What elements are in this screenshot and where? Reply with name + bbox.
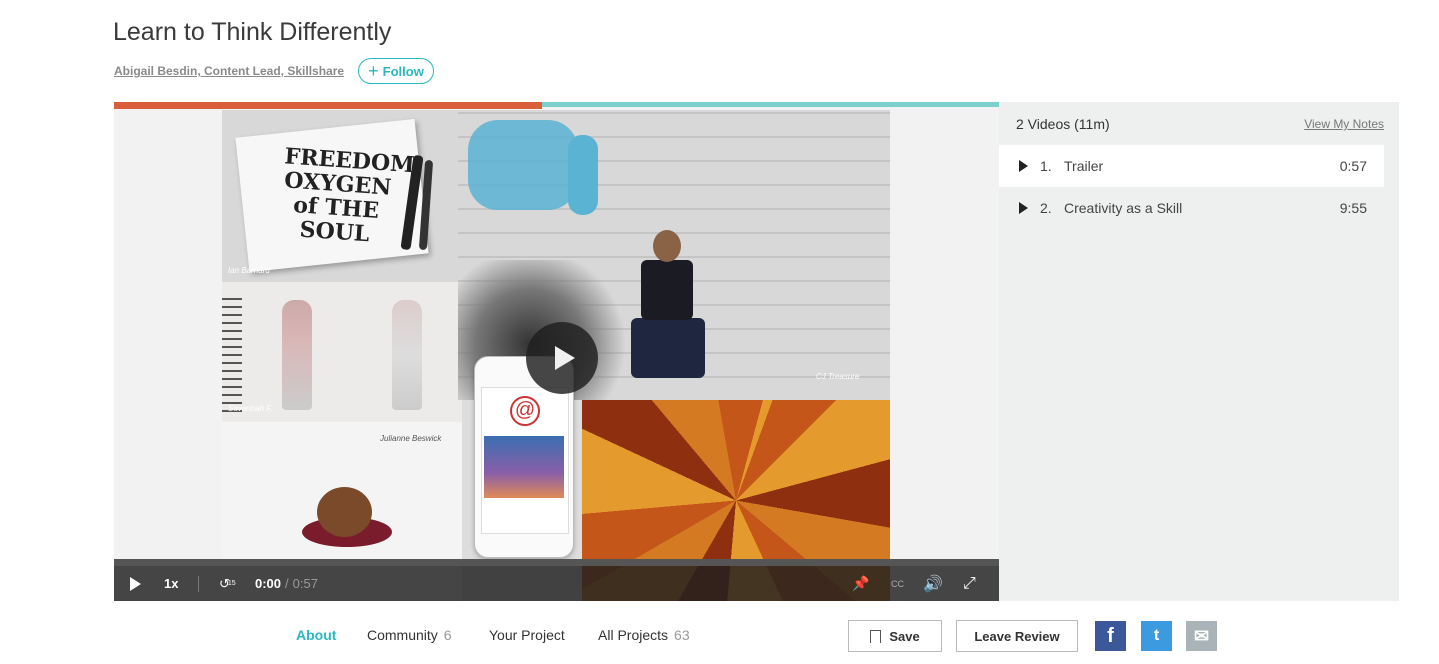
rewind-seconds: 15 — [227, 580, 236, 587]
credit-label: CJ Treasure — [816, 372, 860, 381]
play-icon — [1019, 160, 1028, 172]
mail-icon: ✉ — [1193, 625, 1210, 646]
collage-tile-fashion: Savannah F. — [222, 282, 462, 422]
bookmark-icon — [870, 629, 882, 643]
facebook-share-button[interactable]: f — [1095, 621, 1126, 651]
total-duration: 0:57 — [292, 576, 318, 591]
facebook-icon: f — [1107, 624, 1114, 647]
current-time: 0:00 — [255, 576, 282, 591]
control-divider — [198, 576, 199, 592]
video-duration: 0:57 — [1339, 158, 1367, 174]
play-icon — [1019, 202, 1028, 214]
progress-bar[interactable] — [114, 559, 999, 566]
play-icon — [555, 346, 575, 370]
play-button[interactable] — [130, 566, 141, 601]
video-player[interactable]: FREEDOM OXYGEN of THE SOUL Ian Barnard S… — [114, 102, 999, 601]
collage-tile-freedom: FREEDOM OXYGEN of THE SOUL Ian Barnard — [222, 110, 458, 282]
video-top-strip — [114, 102, 542, 109]
tab-about[interactable]: About — [296, 627, 336, 643]
credit-label: Savannah F. — [228, 404, 273, 413]
rewind-15-button[interactable]: ↺ 15 — [219, 566, 236, 601]
twitter-share-button[interactable]: t — [1141, 621, 1172, 651]
save-button[interactable]: Save — [848, 620, 942, 652]
course-title: Learn to Think Differently — [113, 18, 392, 46]
player-controls: 1x ↺ 15 0:00 / 0:57 📌 CC 🔊 ⤢ — [114, 559, 999, 601]
follow-label: Follow — [382, 63, 424, 79]
video-list-item[interactable]: 1. Trailer 0:57 — [999, 145, 1384, 187]
video-number: 2. — [1040, 200, 1052, 216]
video-title: Creativity as a Skill — [1064, 200, 1183, 216]
email-share-button[interactable]: ✉ — [1186, 621, 1217, 651]
author-link[interactable]: Abigail Besdin, Content Lead, Skillshare — [114, 64, 344, 78]
captions-button[interactable]: CC — [891, 566, 904, 601]
at-logo-icon: @ — [510, 396, 540, 426]
plus-icon: + — [368, 61, 379, 81]
video-list-item[interactable]: 2. Creativity as a Skill 9:55 — [999, 187, 1384, 229]
video-count-summary: 2 Videos (11m) — [1016, 116, 1110, 132]
tab-count: 63 — [674, 627, 690, 643]
video-number: 1. — [1040, 158, 1052, 174]
video-list-panel: 2 Videos (11m) View My Notes 1. Trailer … — [999, 102, 1399, 601]
tab-all-projects[interactable]: All Projects 63 — [598, 627, 690, 643]
play-overlay-button[interactable] — [526, 322, 598, 394]
tab-your-project[interactable]: Your Project — [489, 627, 565, 643]
credit-label: Julianne Beswick — [380, 434, 442, 443]
volume-icon[interactable]: 🔊 — [923, 566, 943, 601]
credit-label: Ian Barnard — [228, 266, 270, 275]
save-label: Save — [889, 628, 920, 644]
twitter-icon: t — [1153, 627, 1160, 644]
leave-review-button[interactable]: Leave Review — [956, 620, 1078, 652]
play-icon — [130, 576, 141, 591]
freedom-artwork-text: FREEDOM OXYGEN of THE SOUL — [283, 143, 416, 248]
speed-button[interactable]: 1x — [164, 566, 178, 601]
video-duration: 9:55 — [1339, 200, 1367, 216]
time-display: 0:00 / 0:57 — [255, 576, 318, 591]
video-top-strip — [542, 102, 999, 107]
tab-community[interactable]: Community 6 — [367, 627, 452, 643]
fullscreen-icon[interactable]: ⤢ — [963, 566, 976, 601]
pin-icon[interactable]: 📌 — [852, 566, 869, 601]
person-figure — [623, 230, 713, 390]
video-title: Trailer — [1064, 158, 1104, 174]
follow-button[interactable]: + Follow — [358, 58, 434, 84]
tab-count: 6 — [443, 627, 452, 643]
view-notes-link[interactable]: View My Notes — [1304, 117, 1384, 131]
